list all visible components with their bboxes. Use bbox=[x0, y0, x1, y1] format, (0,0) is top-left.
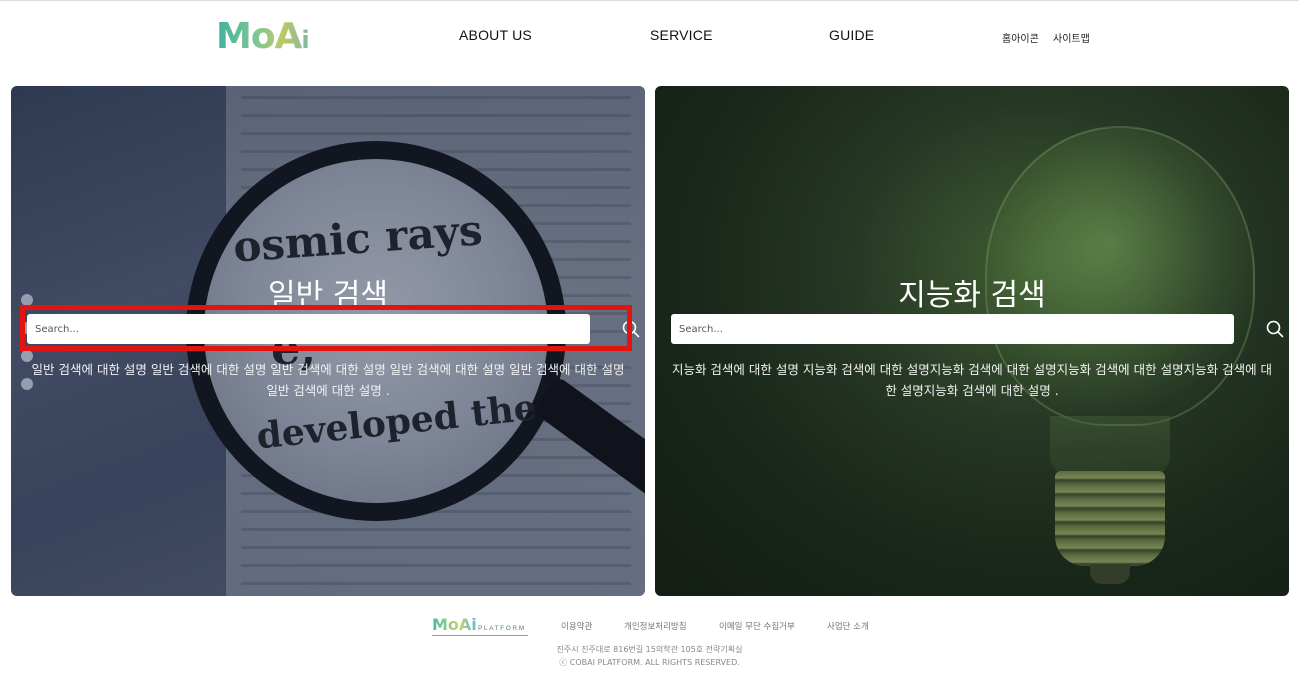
intelligent-search-description: 지능화 검색에 대한 설명 지능화 검색에 대한 설명지능화 검색에 대한 설명… bbox=[671, 362, 1273, 398]
footer-link-terms[interactable]: 이용약관 bbox=[561, 620, 592, 632]
footer-copyright: ⓒ COBAI PLATFORM. ALL RIGHTS RESERVED. bbox=[559, 658, 740, 667]
sitemap-link[interactable]: 사이트맵 bbox=[1053, 30, 1090, 45]
footer-logo-text: MoAi bbox=[432, 615, 477, 634]
footer-link-about-project[interactable]: 사업단 소개 bbox=[827, 620, 869, 632]
general-search-description: 일반 검색에 대한 설명 일반 검색에 대한 설명 일반 검색에 대한 설명 일… bbox=[31, 362, 625, 398]
general-search-panel: osmic rays e,” developed the 일반 검색 일반 검색… bbox=[11, 86, 645, 596]
nav-service[interactable]: SERVICE bbox=[650, 27, 713, 43]
nav-about-us[interactable]: ABOUT US bbox=[459, 27, 532, 43]
footer-address: 진주시 진주대로 816번길 15의학관 105호 전략기획실 bbox=[556, 645, 743, 654]
footer-logo-platform: PLATFORM bbox=[478, 625, 526, 632]
site-header: MoAi ABOUT US SERVICE GUIDE 홈아이콘 사이트맵 bbox=[0, 1, 1299, 73]
moai-logo[interactable]: MoAi bbox=[216, 15, 326, 59]
search-icon bbox=[622, 320, 640, 338]
intelligent-search-input[interactable] bbox=[671, 314, 1234, 344]
footer-logo-underline bbox=[432, 635, 528, 636]
search-icon bbox=[1266, 320, 1284, 338]
intelligent-search-title: 지능화 검색 bbox=[898, 278, 1046, 313]
general-search-button[interactable] bbox=[616, 314, 645, 344]
footer-link-email-refusal[interactable]: 이메일 무단 수집거부 bbox=[719, 620, 795, 632]
logo-text: MoAi bbox=[216, 15, 326, 62]
intelligent-search-bar bbox=[671, 314, 1284, 344]
footer-link-privacy[interactable]: 개인정보처리방침 bbox=[624, 620, 687, 632]
general-search-title: 일반 검색 bbox=[268, 278, 388, 313]
nav-guide[interactable]: GUIDE bbox=[829, 27, 874, 43]
general-search-input[interactable] bbox=[27, 314, 590, 344]
intelligent-search-button[interactable] bbox=[1260, 314, 1289, 344]
intelligent-search-panel: 지능화 검색 지능화 검색에 대한 설명 지능화 검색에 대한 설명지능화 검색… bbox=[655, 86, 1289, 596]
footer-logo: MoAi PLATFORM bbox=[432, 616, 532, 638]
general-search-bar bbox=[27, 314, 640, 344]
home-icon-link[interactable]: 홈아이콘 bbox=[1002, 30, 1039, 45]
